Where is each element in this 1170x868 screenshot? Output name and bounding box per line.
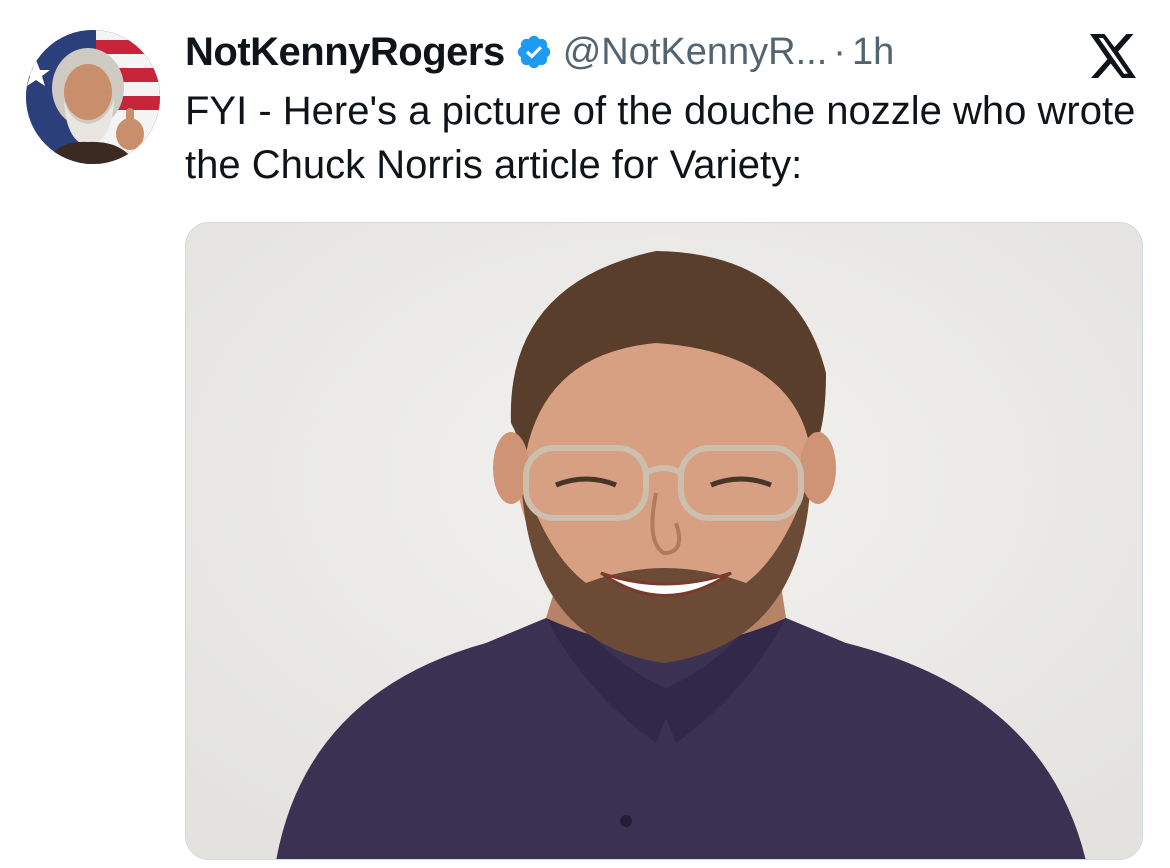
- tweet-text: FYI - Here's a picture of the douche noz…: [185, 89, 1136, 187]
- separator-dot: ·: [833, 30, 846, 73]
- profile-avatar[interactable]: [26, 30, 160, 164]
- avatar-icon: [26, 30, 160, 164]
- timestamp[interactable]: 1h: [852, 31, 894, 74]
- tweet-header: NotKennyRogers @NotKennyR... · 1h: [185, 26, 894, 78]
- display-name[interactable]: NotKennyRogers: [185, 30, 505, 75]
- verified-badge-icon: [517, 35, 550, 69]
- tweet-card[interactable]: NotKennyRogers @NotKennyR... · 1h FYI - …: [0, 0, 1170, 868]
- attached-photo: [186, 223, 1142, 859]
- x-logo-icon[interactable]: [1088, 34, 1140, 78]
- user-handle[interactable]: @NotKennyR...: [563, 31, 828, 74]
- tweet-media[interactable]: [185, 222, 1143, 860]
